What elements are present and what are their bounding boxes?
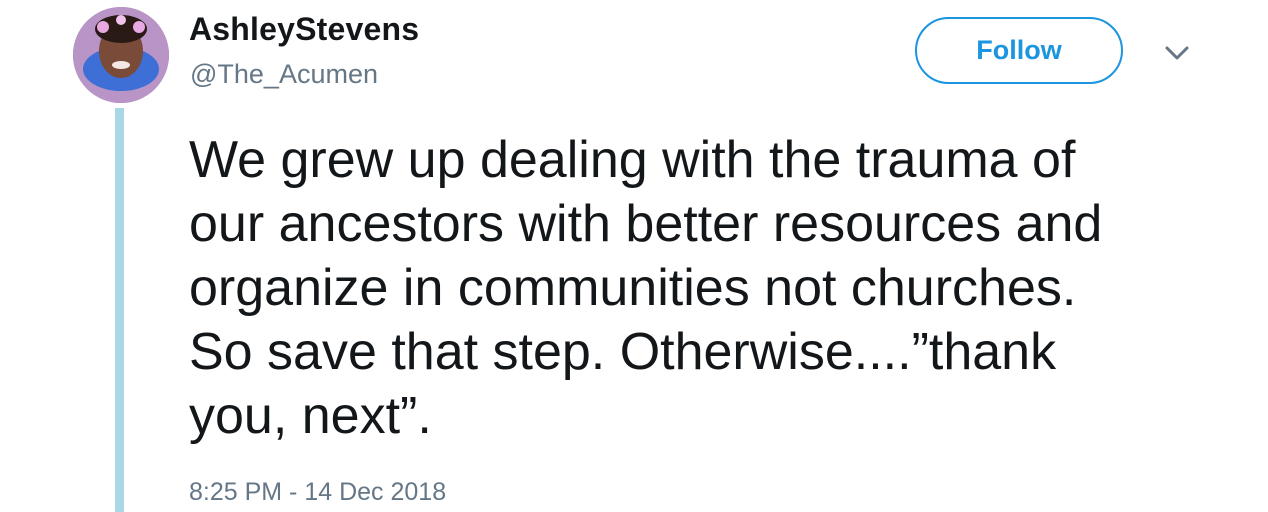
tweet-text-line: So save that step. Otherwise....”thank <box>189 323 1057 381</box>
follow-button[interactable]: Follow <box>915 17 1123 84</box>
chevron-down-icon <box>1165 46 1189 60</box>
thread-line <box>115 108 124 512</box>
tweet-text-line: We grew up dealing with the trauma of <box>189 131 1076 189</box>
avatar[interactable] <box>73 7 169 103</box>
tweet-text: We grew up dealing with the trauma of ou… <box>189 128 1209 448</box>
tweet-card: AshleyStevens @The_Acumen Follow We grew… <box>0 0 1268 512</box>
tweet-timestamp[interactable]: 8:25 PM - 14 Dec 2018 <box>189 478 446 507</box>
tweet-text-line: you, next”. <box>189 387 432 445</box>
more-options-button[interactable] <box>1163 42 1191 66</box>
author-handle[interactable]: @The_Acumen <box>190 59 378 90</box>
author-display-name[interactable]: AshleyStevens <box>189 11 419 48</box>
profile-photo-icon <box>73 7 169 103</box>
tweet-text-line: organize in communities not churches. <box>189 259 1077 317</box>
tweet-text-line: our ancestors with better resources and <box>189 195 1103 253</box>
